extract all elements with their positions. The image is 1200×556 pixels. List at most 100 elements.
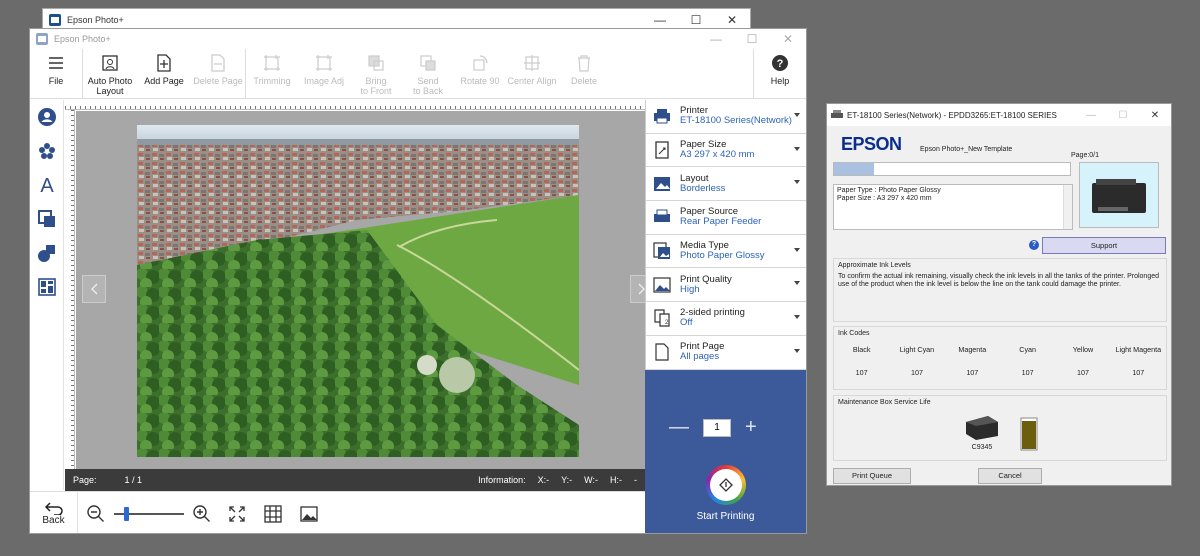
increase-copies-button[interactable]: + bbox=[745, 416, 757, 439]
start-printing-button[interactable]: Start Printing bbox=[645, 465, 806, 522]
bring-to-front-label-1: Bring bbox=[365, 76, 387, 86]
paper-source-value: Rear Paper Feeder bbox=[680, 216, 762, 228]
maximize-button[interactable]: ☐ bbox=[1107, 110, 1139, 121]
setting-paper-source[interactable]: Paper Source Rear Paper Feeder bbox=[646, 201, 806, 235]
dialog-title: ET-18100 Series(Network) - EPDD3265:ET-1… bbox=[847, 110, 1057, 120]
delete-button[interactable]: Delete bbox=[558, 49, 610, 99]
delete-page-button[interactable]: Delete Page bbox=[191, 49, 245, 99]
back-button[interactable]: Back bbox=[30, 491, 78, 533]
delete-label: Delete bbox=[570, 76, 597, 86]
setting-two-sided[interactable]: 2 2-sided printing Off bbox=[646, 302, 806, 336]
maintenance-box-group: Maintenance Box Service Life C9345 bbox=[833, 395, 1167, 461]
zoom-slider-thumb[interactable] bbox=[124, 506, 129, 521]
send-to-back-label-1: Send bbox=[417, 76, 439, 86]
support-button[interactable]: Support bbox=[1042, 237, 1166, 254]
add-page-button[interactable]: Add Page bbox=[137, 49, 191, 99]
setting-paper-size[interactable]: Paper Size A3 297 x 420 mm bbox=[646, 134, 806, 168]
grid-icon[interactable] bbox=[264, 504, 282, 523]
previous-page-button[interactable] bbox=[82, 275, 106, 303]
vertical-ruler bbox=[65, 110, 75, 470]
editing-canvas[interactable] bbox=[76, 111, 654, 469]
printer-small-icon bbox=[831, 110, 843, 118]
svg-text:A: A bbox=[40, 175, 54, 195]
cancel-button[interactable]: Cancel bbox=[978, 468, 1042, 484]
w-readout: W:- bbox=[584, 475, 598, 485]
h-readout: H:- bbox=[610, 475, 622, 485]
svg-text:?: ? bbox=[777, 58, 784, 70]
info-scrollbar[interactable] bbox=[1063, 185, 1072, 229]
maximize-button[interactable]: ☐ bbox=[678, 13, 714, 27]
send-to-back-button[interactable]: Send to Back bbox=[402, 49, 454, 99]
job-info-box[interactable]: Paper Type : Photo Paper Glossy Paper Si… bbox=[833, 184, 1073, 230]
close-button[interactable]: ✕ bbox=[770, 32, 806, 46]
ink-code: 107 bbox=[910, 368, 923, 377]
print-quality-icon bbox=[652, 275, 672, 295]
file-button[interactable]: File bbox=[30, 49, 82, 99]
send-to-back-icon bbox=[419, 53, 437, 73]
setting-print-quality[interactable]: Print Quality High bbox=[646, 268, 806, 303]
printer-image bbox=[1079, 162, 1159, 228]
bring-to-front-button[interactable]: Bring to Front bbox=[350, 49, 402, 99]
chevron-down-icon bbox=[794, 113, 800, 117]
maximize-button[interactable]: ☐ bbox=[734, 32, 770, 46]
rotate-button[interactable]: Rotate 90 bbox=[454, 49, 506, 99]
minimize-button[interactable]: — bbox=[642, 13, 678, 27]
chevron-down-icon bbox=[794, 348, 800, 353]
add-page-label: Add Page bbox=[144, 76, 184, 86]
send-to-back-label-2: to Back bbox=[412, 86, 443, 96]
epson-logo: EPSON bbox=[841, 134, 902, 154]
fit-to-window-icon[interactable] bbox=[228, 505, 246, 523]
epson-photo-app-icon bbox=[49, 14, 61, 26]
center-align-icon bbox=[523, 53, 541, 73]
sidebar-item-frames[interactable] bbox=[30, 202, 63, 236]
decrease-copies-button[interactable]: — bbox=[669, 416, 689, 439]
horizontal-ruler bbox=[65, 100, 645, 110]
ink-code: 107 bbox=[855, 368, 868, 377]
sidebar-item-text[interactable]: A bbox=[30, 168, 63, 202]
crop-icon bbox=[263, 53, 281, 73]
back-arrow-icon bbox=[44, 502, 63, 515]
zoom-out-icon[interactable] bbox=[86, 504, 106, 524]
setting-layout[interactable]: Layout Borderless bbox=[646, 167, 806, 202]
trash-icon bbox=[576, 53, 592, 73]
trimming-button[interactable]: Trimming bbox=[246, 49, 298, 99]
copies-input[interactable] bbox=[703, 418, 731, 437]
print-panel: — + Start Printing bbox=[645, 370, 806, 533]
aerial-photo[interactable] bbox=[137, 125, 579, 457]
bring-to-front-icon bbox=[367, 53, 385, 73]
setting-print-page[interactable]: Print Page All pages bbox=[646, 336, 806, 370]
status-bar: Page: 1 / 1 Information: X:- Y:- W:- H:-… bbox=[65, 469, 645, 491]
minimize-button[interactable]: — bbox=[1075, 110, 1107, 121]
zoom-in-icon[interactable] bbox=[192, 504, 212, 524]
main-window-titlebar[interactable]: Epson Photo+ — ☐ ✕ bbox=[30, 29, 806, 49]
print-queue-button[interactable]: Print Queue bbox=[833, 468, 911, 484]
setting-printer[interactable]: Printer ET-18100 Series(Network) bbox=[646, 100, 806, 134]
sidebar-item-layout[interactable] bbox=[30, 270, 63, 304]
close-button[interactable]: ✕ bbox=[1139, 110, 1171, 121]
flower-icon bbox=[38, 143, 55, 159]
image-adjust-button[interactable]: Image Adj bbox=[298, 49, 350, 99]
sidebar-item-photos[interactable] bbox=[30, 100, 63, 134]
page-label: Page: bbox=[73, 475, 97, 485]
help-icon[interactable]: ? bbox=[1029, 240, 1039, 250]
close-button[interactable]: ✕ bbox=[714, 13, 750, 27]
image-adjust-label: Image Adj bbox=[303, 76, 345, 86]
dialog-titlebar[interactable]: ET-18100 Series(Network) - EPDD3265:ET-1… bbox=[827, 104, 1171, 126]
layout-grid-icon bbox=[37, 278, 56, 296]
preview-image-icon[interactable] bbox=[300, 505, 318, 523]
minimize-button[interactable]: — bbox=[698, 32, 734, 46]
auto-layout-icon bbox=[101, 53, 119, 73]
sidebar-item-stamps[interactable] bbox=[30, 134, 63, 168]
file-label: File bbox=[48, 76, 64, 86]
chevron-down-icon bbox=[794, 281, 800, 286]
ink-code: 107 bbox=[1021, 368, 1034, 377]
auto-photo-layout-button[interactable]: Auto Photo Layout bbox=[83, 49, 137, 99]
center-align-button[interactable]: Center Align bbox=[506, 49, 558, 99]
zoom-slider[interactable] bbox=[114, 506, 184, 521]
rotate-label: Rotate 90 bbox=[460, 76, 500, 86]
paper-size-icon bbox=[652, 140, 672, 160]
setting-media-type[interactable]: Media Type Photo Paper Glossy bbox=[646, 235, 806, 269]
help-button[interactable]: ? Help bbox=[754, 49, 806, 99]
ink-code: 107 bbox=[1132, 368, 1145, 377]
sidebar-item-shapes[interactable] bbox=[30, 236, 63, 270]
